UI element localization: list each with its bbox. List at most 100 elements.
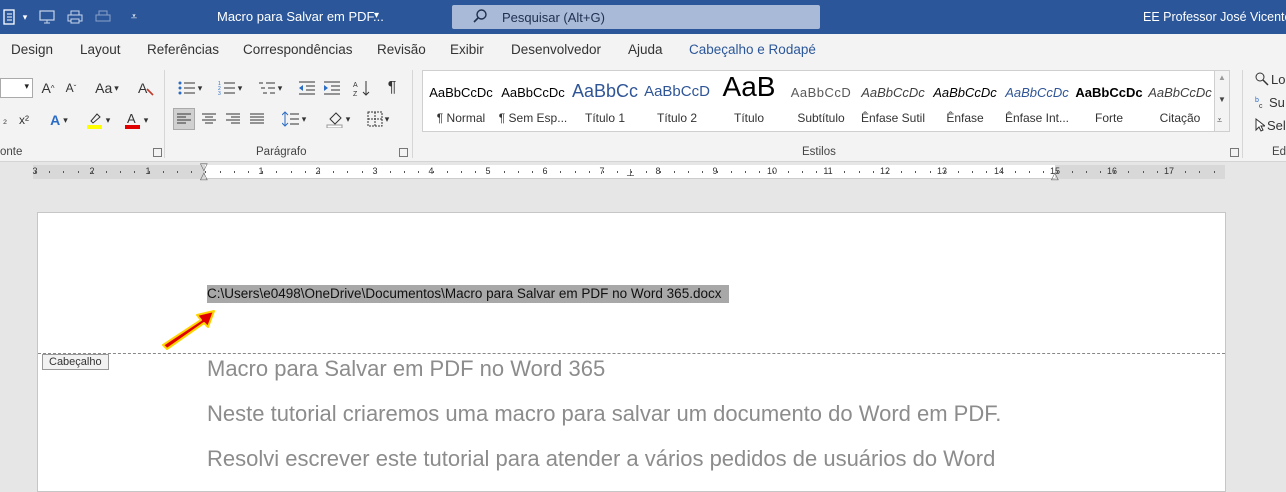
subscript-icon[interactable]: ₂ xyxy=(0,109,10,131)
style-no-spacing[interactable]: AaBbCcDc ¶ Sem Esp... xyxy=(497,71,569,131)
ruler-tick xyxy=(262,171,263,173)
chevron-down-icon[interactable]: ▾ xyxy=(374,10,379,21)
select-button[interactable]: Sel xyxy=(1255,114,1286,136)
expand-gallery-icon[interactable]: ⩡ xyxy=(1217,115,1222,126)
replace-button[interactable]: b c Su xyxy=(1255,91,1286,113)
replace-label: Su xyxy=(1269,94,1285,110)
sort-icon[interactable]: AZ xyxy=(352,77,372,99)
style-preview: AaB xyxy=(722,71,776,102)
ruler-tick xyxy=(1072,171,1073,173)
grow-font-icon[interactable]: A ^ xyxy=(38,77,58,99)
ruler-tick xyxy=(92,171,93,173)
ruler-number: 10 xyxy=(766,166,778,176)
ruler-tick xyxy=(617,171,618,173)
chevron-down-icon[interactable]: ▾ xyxy=(24,81,29,92)
clear-formatting-icon[interactable]: A xyxy=(136,77,156,99)
ruler-number: 14 xyxy=(993,166,1005,176)
superscript-icon[interactable]: x² xyxy=(16,109,32,131)
header-file-path-field[interactable]: C:\Users\e0498\OneDrive\Documentos\Macro… xyxy=(207,285,730,303)
justify-icon[interactable] xyxy=(246,108,268,130)
print-icon[interactable] xyxy=(66,8,84,26)
search-placeholder: Pesquisar (Alt+G) xyxy=(502,10,605,25)
customize-toolbar-icon[interactable]: ⩡ xyxy=(128,8,140,26)
chevron-down-icon[interactable]: ▾ xyxy=(20,8,30,26)
decrease-indent-icon[interactable] xyxy=(297,77,317,99)
highlight-color-icon[interactable]: ▾ xyxy=(82,109,114,131)
style-name: Ênfase Sutil xyxy=(860,111,926,125)
line-spacing-icon[interactable]: ▾ xyxy=(278,108,310,130)
ruler-tick xyxy=(433,171,434,173)
account-name[interactable]: EE Professor José Vicente Be xyxy=(1143,10,1286,24)
numbering-icon[interactable]: 1 2 3 ▾ xyxy=(214,77,246,99)
center-tab-stop-icon[interactable]: ⊥ xyxy=(626,168,635,179)
font-size-field[interactable]: ▾ xyxy=(0,78,33,98)
tab-help[interactable]: Ajuda xyxy=(628,42,663,57)
shrink-font-icon[interactable]: Aˇ xyxy=(62,77,80,99)
search-box[interactable]: Pesquisar (Alt+G) xyxy=(452,5,820,29)
ruler-tick xyxy=(305,171,306,173)
style-normal[interactable]: AaBbCcDc ¶ Normal xyxy=(425,71,497,131)
ruler-tick xyxy=(717,171,718,173)
autosave-icon[interactable] xyxy=(2,8,18,26)
ruler-tick xyxy=(972,171,973,173)
style-intense-emphasis[interactable]: AaBbCcDc Ênfase Int... xyxy=(1001,71,1073,131)
ruler-tick xyxy=(958,171,959,173)
font-color-icon[interactable]: A ▾ xyxy=(120,109,152,131)
bullets-icon[interactable]: ▾ xyxy=(174,77,206,99)
group-separator xyxy=(412,70,413,158)
align-right-icon[interactable] xyxy=(222,108,244,130)
ribbon: ▾ A ^ Aˇ Aa ▾ A ₂ x² A ▾ ▾ A ▾ onte ▾ 1 2 3 ▾ ▾… xyxy=(0,64,1286,162)
ruler-tick xyxy=(773,171,774,173)
styles-dialog-launcher-icon[interactable] xyxy=(1230,148,1239,157)
style-preview: AaBbCcDc xyxy=(861,85,925,100)
style-subtle-emphasis[interactable]: AaBbCcDc Ênfase Sutil xyxy=(857,71,929,131)
style-heading-1[interactable]: AaBbCc Título 1 xyxy=(569,71,641,131)
ruler-tick xyxy=(688,171,689,173)
style-strong[interactable]: AaBbCcDc Forte xyxy=(1073,71,1145,131)
tab-header-footer[interactable]: Cabeçalho e Rodapé xyxy=(689,42,816,57)
tab-mailings[interactable]: Correspondências xyxy=(243,42,353,57)
borders-icon[interactable]: ▾ xyxy=(362,108,394,130)
ruler-tick xyxy=(1100,171,1101,173)
scroll-up-icon[interactable]: ▲ xyxy=(1218,73,1226,82)
show-formatting-marks-icon[interactable]: ¶ xyxy=(383,77,401,99)
font-dialog-launcher-icon[interactable] xyxy=(153,148,162,157)
change-case-button[interactable]: Aa ▾ xyxy=(92,77,122,99)
shading-icon[interactable]: ▾ xyxy=(322,108,354,130)
style-subtitle[interactable]: AaBbCcD Subtítulo xyxy=(785,71,857,131)
tab-review[interactable]: Revisão xyxy=(377,42,426,57)
align-center-icon[interactable] xyxy=(198,108,220,130)
ruler-tick xyxy=(362,171,363,173)
style-name: Forte xyxy=(1094,111,1123,125)
scroll-down-icon[interactable]: ▼ xyxy=(1218,95,1226,104)
monitor-icon[interactable] xyxy=(38,8,56,26)
multilevel-list-icon[interactable]: ▾ xyxy=(254,77,286,99)
ruler-tick xyxy=(1143,171,1144,173)
tab-layout[interactable]: Layout xyxy=(80,42,121,57)
text-effects-icon[interactable]: A ▾ xyxy=(44,109,74,131)
tab-view[interactable]: Exibir xyxy=(450,42,484,57)
ruler-tick xyxy=(560,171,561,173)
svg-text:A: A xyxy=(127,111,136,126)
ruler-tick xyxy=(830,171,831,173)
hanging-indent-icon[interactable]: △ xyxy=(200,171,208,182)
horizontal-ruler[interactable]: 3 2 1 1 2 3 4 5 6 7 8 9 10 11 12 13 14 1… xyxy=(32,162,1225,182)
style-emphasis[interactable]: AaBbCcDc Ênfase xyxy=(929,71,1001,131)
group-label-editing: Ed xyxy=(1272,146,1286,158)
quick-print-icon[interactable] xyxy=(94,8,112,26)
align-left-icon[interactable] xyxy=(173,108,195,130)
style-quote[interactable]: AaBbCcDc Citação xyxy=(1145,71,1215,131)
tab-references[interactable]: Referências xyxy=(147,42,219,57)
tab-design[interactable]: Design xyxy=(11,42,53,57)
find-button[interactable]: Lo xyxy=(1255,68,1286,90)
tab-developer[interactable]: Desenvolvedor xyxy=(511,42,601,57)
ruler-tick xyxy=(291,171,292,173)
style-heading-2[interactable]: AaBbCcD Título 2 xyxy=(641,71,713,131)
ruler-tick xyxy=(504,171,505,173)
increase-indent-icon[interactable] xyxy=(322,77,342,99)
ruler-tick xyxy=(546,171,547,173)
style-title[interactable]: AaB Título xyxy=(713,71,785,131)
paragraph-dialog-launcher-icon[interactable] xyxy=(399,148,408,157)
ruler-tick xyxy=(276,171,277,173)
ruler-tick xyxy=(887,171,888,173)
